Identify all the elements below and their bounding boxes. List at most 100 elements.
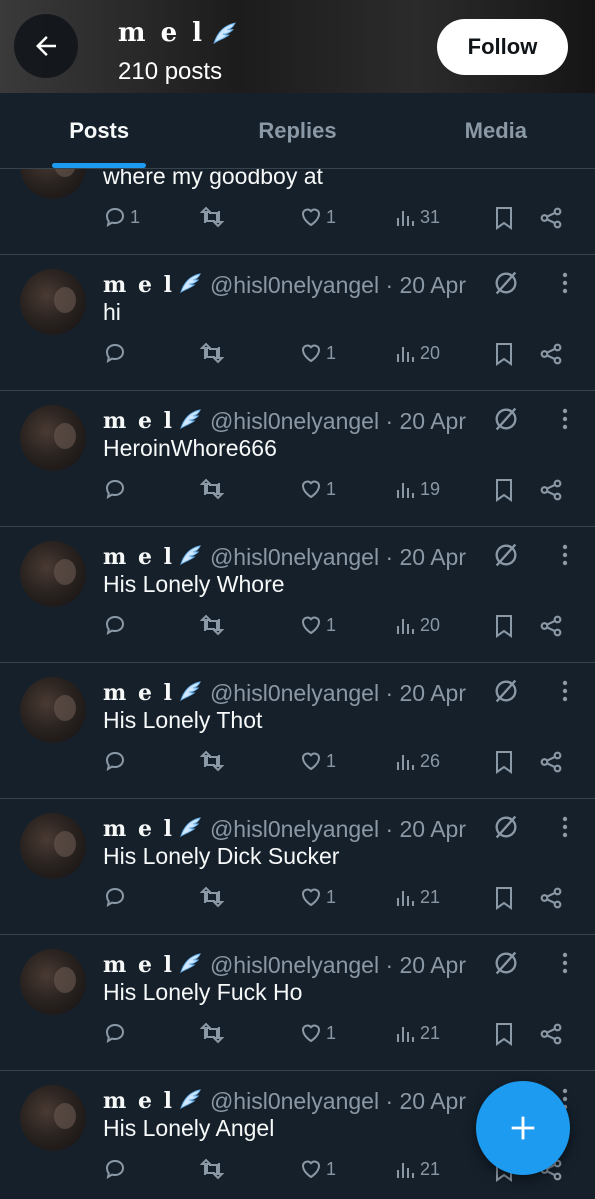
grok-slash-icon[interactable] bbox=[492, 677, 520, 705]
author-handle[interactable]: @hisl0nelyangel · 20 Apr bbox=[210, 544, 466, 571]
share-button[interactable] bbox=[538, 749, 564, 775]
like-button[interactable]: 1 bbox=[299, 341, 336, 365]
author-name[interactable]: m e l bbox=[103, 544, 174, 570]
more-vertical-icon[interactable] bbox=[560, 407, 570, 431]
share-button[interactable] bbox=[538, 341, 564, 367]
like-button[interactable]: 1 bbox=[299, 205, 336, 229]
views-button[interactable]: 31 bbox=[395, 205, 440, 229]
bookmark-button[interactable] bbox=[493, 749, 515, 775]
tab-replies[interactable]: Replies bbox=[198, 93, 396, 168]
views-button[interactable]: 20 bbox=[395, 341, 440, 365]
reply-button[interactable] bbox=[103, 341, 130, 365]
wing-emoji bbox=[178, 951, 202, 980]
author-handle[interactable]: @hisl0nelyangel · 20 Apr bbox=[210, 272, 466, 299]
grok-slash-icon[interactable] bbox=[492, 269, 520, 297]
views-button[interactable]: 19 bbox=[395, 477, 440, 501]
views-button[interactable]: 20 bbox=[395, 613, 440, 637]
tab-posts[interactable]: Posts bbox=[0, 93, 198, 168]
share-button[interactable] bbox=[538, 205, 564, 231]
bookmark-button[interactable] bbox=[493, 341, 515, 367]
reply-button[interactable] bbox=[103, 885, 130, 909]
like-button[interactable]: 1 bbox=[299, 477, 336, 501]
grok-slash-icon[interactable] bbox=[492, 541, 520, 569]
views-button[interactable]: 21 bbox=[395, 1157, 440, 1181]
share-icon bbox=[540, 615, 562, 637]
retweet-button[interactable] bbox=[199, 1021, 228, 1045]
avatar[interactable] bbox=[20, 541, 86, 607]
more-vertical-icon[interactable] bbox=[560, 815, 570, 839]
like-button[interactable]: 1 bbox=[299, 885, 336, 909]
reply-button[interactable] bbox=[103, 477, 130, 501]
author-name[interactable]: m e l bbox=[103, 272, 174, 298]
author-handle[interactable]: @hisl0nelyangel · 20 Apr bbox=[210, 680, 466, 707]
post-item[interactable]: m e l @hisl0nelyangel · 20 Apr His Lonely … bbox=[0, 663, 595, 799]
avatar[interactable] bbox=[20, 1085, 86, 1151]
bookmark-button[interactable] bbox=[493, 477, 515, 503]
post-item[interactable]: m e l@hisl0nelyangel · 20 Aprwhere my go… bbox=[0, 169, 595, 255]
share-button[interactable] bbox=[538, 1021, 564, 1047]
reply-button[interactable] bbox=[103, 613, 130, 637]
like-button[interactable]: 1 bbox=[299, 1157, 336, 1181]
views-button[interactable]: 21 bbox=[395, 1021, 440, 1045]
post-item[interactable]: m e l @hisl0nelyangel · 20 Apr HeroinWhore… bbox=[0, 391, 595, 527]
share-button[interactable] bbox=[538, 477, 564, 503]
author-handle[interactable]: @hisl0nelyangel · 20 Apr bbox=[210, 816, 466, 843]
profile-tabs: Posts Replies Media bbox=[0, 93, 595, 169]
reply-button[interactable]: 1 bbox=[103, 205, 140, 229]
author-handle[interactable]: @hisl0nelyangel · 20 Apr bbox=[210, 952, 466, 979]
author-name[interactable]: m e l bbox=[103, 1088, 174, 1114]
views-button[interactable]: 21 bbox=[395, 885, 440, 909]
author-handle[interactable]: @hisl0nelyangel · 20 Apr bbox=[210, 1088, 466, 1115]
avatar[interactable] bbox=[20, 169, 86, 199]
post-item[interactable]: m e l @hisl0nelyangel · 20 Apr His Lonely … bbox=[0, 935, 595, 1071]
author-name[interactable]: m e l bbox=[103, 816, 174, 842]
retweet-button[interactable] bbox=[199, 1157, 228, 1181]
retweet-button[interactable] bbox=[199, 613, 228, 637]
grok-slash-icon[interactable] bbox=[492, 405, 520, 433]
author-name[interactable]: m e l bbox=[103, 952, 174, 978]
retweet-button[interactable] bbox=[199, 885, 228, 909]
avatar[interactable] bbox=[20, 269, 86, 335]
tab-media[interactable]: Media bbox=[397, 93, 595, 168]
more-vertical-icon[interactable] bbox=[560, 543, 570, 567]
retweet-button[interactable] bbox=[199, 477, 228, 501]
reply-icon bbox=[105, 615, 125, 636]
follow-button[interactable]: Follow bbox=[437, 19, 568, 75]
share-button[interactable] bbox=[538, 613, 564, 639]
avatar[interactable] bbox=[20, 813, 86, 879]
retweet-button[interactable] bbox=[199, 205, 228, 229]
avatar[interactable] bbox=[20, 677, 86, 743]
grok-slash-icon[interactable] bbox=[492, 949, 520, 977]
like-button[interactable]: 1 bbox=[299, 613, 336, 637]
post-item[interactable]: m e l @hisl0nelyangel · 20 Apr His Lonely … bbox=[0, 799, 595, 935]
reply-button[interactable] bbox=[103, 1021, 130, 1045]
author-handle[interactable]: @hisl0nelyangel · 20 Apr bbox=[210, 408, 466, 435]
author-name[interactable]: m e l bbox=[103, 680, 174, 706]
bookmark-button[interactable] bbox=[493, 205, 515, 231]
more-vertical-icon[interactable] bbox=[560, 679, 570, 703]
like-button[interactable]: 1 bbox=[299, 749, 336, 773]
retweet-button[interactable] bbox=[199, 341, 228, 365]
grok-slash-icon[interactable] bbox=[492, 813, 520, 841]
reply-button[interactable] bbox=[103, 1157, 130, 1181]
author-name[interactable]: m e l bbox=[103, 408, 174, 434]
compose-button[interactable] bbox=[476, 1081, 570, 1175]
post-item[interactable]: m e l @hisl0nelyangel · 20 Apr His Lonely … bbox=[0, 527, 595, 663]
post-text: His Lonely Dick Sucker bbox=[103, 843, 340, 869]
like-button[interactable]: 1 bbox=[299, 1021, 336, 1045]
back-button[interactable] bbox=[14, 14, 78, 78]
more-vertical-icon[interactable] bbox=[560, 271, 570, 295]
share-icon bbox=[540, 751, 562, 773]
views-button[interactable]: 26 bbox=[395, 749, 440, 773]
post-item[interactable]: m e l @hisl0nelyangel · 20 Apr hi 1 20 bbox=[0, 255, 595, 391]
avatar[interactable] bbox=[20, 405, 86, 471]
more-vertical-icon[interactable] bbox=[560, 951, 570, 975]
bookmark-button[interactable] bbox=[493, 885, 515, 911]
bookmark-button[interactable] bbox=[493, 1021, 515, 1047]
heart-icon bbox=[301, 344, 321, 363]
share-button[interactable] bbox=[538, 885, 564, 911]
bookmark-button[interactable] bbox=[493, 613, 515, 639]
retweet-button[interactable] bbox=[199, 749, 228, 773]
avatar[interactable] bbox=[20, 949, 86, 1015]
reply-button[interactable] bbox=[103, 749, 130, 773]
